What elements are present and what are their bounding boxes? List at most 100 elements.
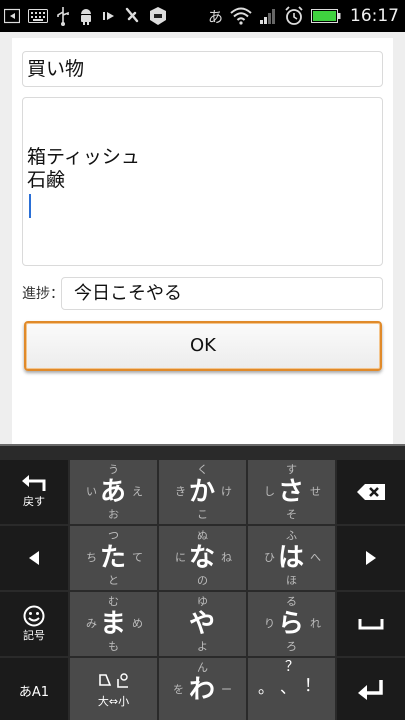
- flick-up: ぬ: [197, 529, 208, 542]
- back-arrow-icon: [4, 8, 20, 24]
- flick-right: け: [221, 485, 232, 498]
- kana-main: た: [100, 543, 127, 573]
- kana-key-ta[interactable]: つ ち た て と: [70, 526, 157, 590]
- progress-input[interactable]: 今日こそやる: [61, 277, 383, 310]
- battery-icon: [311, 8, 341, 24]
- kana-key-wa[interactable]: ん を わ ー: [159, 658, 246, 720]
- kana-main: さ: [278, 477, 305, 507]
- text-cursor: [29, 194, 31, 218]
- kana-main: か: [189, 477, 216, 507]
- backspace-key[interactable]: [337, 460, 405, 524]
- kana-main: あ: [100, 477, 127, 507]
- signal-icon: [259, 7, 277, 25]
- flick-right: れ: [310, 617, 321, 630]
- flick-down: と: [108, 574, 119, 587]
- flick-down: よ: [197, 640, 208, 653]
- flick-left: し: [264, 485, 275, 498]
- ok-button[interactable]: OK: [24, 321, 382, 371]
- flick-right: ー: [221, 683, 232, 696]
- case-toggle-key[interactable]: 大⇔小: [70, 658, 157, 720]
- kana-key-ra[interactable]: る り ら れ ろ: [248, 592, 335, 656]
- flick-up: る: [286, 595, 297, 608]
- memo-textarea[interactable]: 箱ティッシュ 石鹸: [22, 97, 383, 266]
- kana-main: ！: [304, 676, 321, 696]
- cursor-left-key[interactable]: [0, 526, 68, 590]
- flick-left: 。: [258, 678, 275, 697]
- flick-down: お: [108, 508, 119, 521]
- flick-up: ゆ: [197, 595, 208, 608]
- flick-up: す: [286, 463, 297, 476]
- media-icon: [102, 9, 116, 23]
- android-debug-icon: [78, 7, 94, 25]
- punctuation-key[interactable]: ？ 。 、 ！: [248, 658, 335, 720]
- undo-label: 戻す: [23, 495, 45, 508]
- alarm-icon: [284, 6, 304, 26]
- dakuten-icon: [98, 673, 128, 688]
- flick-left: ひ: [264, 551, 275, 564]
- keyboard-icon: [28, 9, 48, 23]
- flick-down: そ: [286, 508, 297, 521]
- ime-indicator: あ: [207, 7, 223, 26]
- kana-main: な: [189, 543, 216, 573]
- undo-arrow-icon: [22, 475, 46, 491]
- software-keyboard: 戻す 記号 あA1 う い あ え お く き か け こ す し さ せ そ …: [0, 444, 405, 720]
- flick-right: ね: [221, 551, 232, 564]
- flick-left: に: [175, 551, 186, 564]
- backspace-icon: [357, 484, 385, 500]
- flick-right: へ: [310, 551, 321, 564]
- enter-arrow-icon: [358, 680, 383, 700]
- app-notification-icon: [124, 7, 140, 25]
- flick-up: う: [108, 463, 119, 476]
- status-bar: あ 16:17: [0, 0, 405, 32]
- notification-icons: [4, 0, 168, 32]
- flick-left: い: [86, 485, 97, 498]
- kana-main: ま: [100, 609, 127, 639]
- flick-right: 、: [280, 678, 297, 697]
- space-icon: [358, 619, 384, 630]
- flick-right: せ: [310, 485, 321, 498]
- flick-down: も: [108, 640, 119, 653]
- kana-main: や: [189, 609, 216, 639]
- flick-left: き: [175, 485, 186, 498]
- flick-down: ろ: [286, 640, 297, 653]
- flick-left: ち: [86, 551, 97, 564]
- symbol-key[interactable]: 記号: [0, 592, 68, 656]
- shield-icon: [148, 6, 168, 26]
- kana-key-ka[interactable]: く き か け こ: [159, 460, 246, 524]
- progress-label: 進捗：: [22, 286, 64, 302]
- flick-left: み: [86, 617, 97, 630]
- right-arrow-icon: [366, 551, 376, 565]
- kana-key-sa[interactable]: す し さ せ そ: [248, 460, 335, 524]
- kana-key-na[interactable]: ぬ に な ね の: [159, 526, 246, 590]
- flick-down: の: [197, 574, 208, 587]
- undo-key[interactable]: 戻す: [0, 460, 68, 524]
- kana-main: わ: [189, 675, 216, 705]
- flick-right: め: [132, 617, 143, 630]
- kana-key-ya[interactable]: ゆ や よ: [159, 592, 246, 656]
- kana-key-ma[interactable]: む み ま め も: [70, 592, 157, 656]
- input-mode-key[interactable]: あA1: [0, 658, 68, 720]
- flick-left: を: [173, 683, 184, 696]
- flick-right: え: [132, 485, 143, 498]
- space-key[interactable]: [337, 592, 405, 656]
- flick-up: つ: [108, 529, 119, 542]
- kana-key-a[interactable]: う い あ え お: [70, 460, 157, 524]
- symbol-label: 記号: [23, 629, 45, 642]
- usb-icon: [56, 6, 70, 26]
- flick-left: り: [264, 617, 275, 630]
- flick-down: こ: [197, 508, 208, 521]
- wifi-icon: [230, 7, 252, 25]
- title-input[interactable]: 買い物: [22, 51, 383, 87]
- cursor-right-key[interactable]: [337, 526, 405, 590]
- clock: 16:17: [350, 6, 399, 26]
- flick-up: ん: [197, 661, 208, 674]
- kana-key-ha[interactable]: ふ ひ は へ ほ: [248, 526, 335, 590]
- kana-main: ら: [278, 609, 305, 639]
- flick-up: ふ: [286, 529, 297, 542]
- system-icons: あ 16:17: [208, 0, 399, 32]
- input-mode-label: あA1: [18, 684, 50, 700]
- enter-key[interactable]: [337, 658, 405, 720]
- flick-up: む: [108, 595, 119, 608]
- smiley-icon: [23, 605, 45, 627]
- memo-line: 石鹸: [27, 169, 66, 191]
